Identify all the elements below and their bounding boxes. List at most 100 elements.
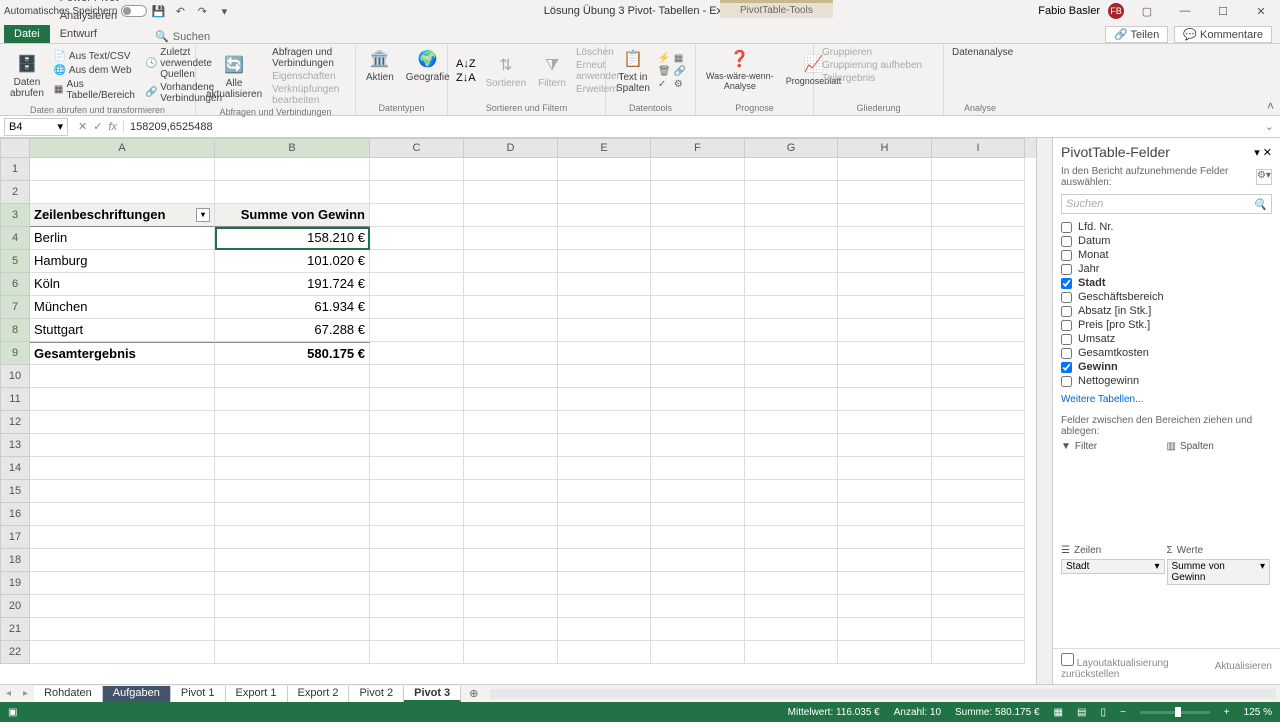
field-item[interactable]: Stadt xyxy=(1061,276,1272,290)
cell[interactable] xyxy=(745,526,838,549)
cell[interactable] xyxy=(745,641,838,664)
cell[interactable] xyxy=(651,273,745,296)
tab-power-pivot[interactable]: Power Pivot xyxy=(50,0,143,7)
cell[interactable] xyxy=(838,388,932,411)
search-icon[interactable]: 🔍 xyxy=(155,30,169,43)
filter-dropdown-icon[interactable]: ▾ xyxy=(196,208,210,222)
row-header[interactable]: 18 xyxy=(0,549,30,572)
cell[interactable] xyxy=(30,572,215,595)
cell[interactable] xyxy=(932,388,1025,411)
cell[interactable] xyxy=(464,618,558,641)
cell[interactable] xyxy=(370,342,464,365)
pane-close-icon[interactable]: ✕ xyxy=(1263,147,1272,159)
tell-me-label[interactable]: Suchen xyxy=(173,31,210,43)
filter-button[interactable]: ⧩Filtern xyxy=(534,52,570,91)
text-to-columns-button[interactable]: 📋Text in Spalten xyxy=(612,46,654,96)
cell[interactable] xyxy=(838,250,932,273)
tab-file[interactable]: Datei xyxy=(4,25,50,43)
cell[interactable] xyxy=(464,411,558,434)
cell[interactable] xyxy=(932,595,1025,618)
row-header[interactable]: 4 xyxy=(0,227,30,250)
flash-fill-icon[interactable]: ⚡ xyxy=(658,53,672,64)
zoom-slider[interactable] xyxy=(1140,711,1210,714)
row-header[interactable]: 14 xyxy=(0,457,30,480)
get-data-button[interactable]: 🗄️Daten abrufen xyxy=(6,51,48,101)
cell[interactable] xyxy=(745,503,838,526)
zoom-out-icon[interactable]: − xyxy=(1120,707,1126,718)
row-header[interactable]: 11 xyxy=(0,388,30,411)
cell[interactable] xyxy=(215,411,370,434)
cell[interactable] xyxy=(651,480,745,503)
cell[interactable] xyxy=(370,572,464,595)
cell[interactable] xyxy=(651,549,745,572)
row-header[interactable]: 16 xyxy=(0,503,30,526)
cell[interactable] xyxy=(838,503,932,526)
cell[interactable] xyxy=(558,503,651,526)
cell[interactable] xyxy=(745,181,838,204)
cell[interactable] xyxy=(932,411,1025,434)
cell[interactable] xyxy=(651,296,745,319)
from-table[interactable]: ▦Aus Tabelle/Bereich xyxy=(52,78,139,102)
cell[interactable] xyxy=(745,411,838,434)
share-button[interactable]: 🔗 Teilen xyxy=(1105,26,1168,43)
cell[interactable] xyxy=(558,549,651,572)
cell[interactable]: München xyxy=(30,296,215,319)
cell[interactable] xyxy=(651,641,745,664)
cell[interactable]: 101.020 € xyxy=(215,250,370,273)
cell[interactable] xyxy=(464,365,558,388)
cell[interactable] xyxy=(932,480,1025,503)
row-header[interactable]: 13 xyxy=(0,434,30,457)
cell[interactable] xyxy=(558,388,651,411)
row-header[interactable]: 19 xyxy=(0,572,30,595)
column-header[interactable]: G xyxy=(745,138,838,158)
worksheet-grid[interactable]: ABCDEFGHI 123Zeilenbeschriftungen▾Summe … xyxy=(0,138,1036,684)
save-icon[interactable]: 💾 xyxy=(151,4,165,18)
sort-asc-icon[interactable]: A↓Z xyxy=(456,58,476,70)
column-header[interactable]: E xyxy=(558,138,651,158)
cell[interactable] xyxy=(838,296,932,319)
cell[interactable] xyxy=(932,319,1025,342)
row-header[interactable]: 17 xyxy=(0,526,30,549)
row-header[interactable]: 8 xyxy=(0,319,30,342)
record-macro-icon[interactable]: ▣ xyxy=(8,707,17,718)
cell[interactable] xyxy=(370,641,464,664)
cell[interactable] xyxy=(932,296,1025,319)
cell[interactable] xyxy=(30,618,215,641)
cell[interactable] xyxy=(932,204,1025,227)
sheet-tab[interactable]: Pivot 2 xyxy=(349,686,404,702)
column-header[interactable]: H xyxy=(838,138,932,158)
zoom-level[interactable]: 125 % xyxy=(1244,707,1272,718)
cell[interactable] xyxy=(370,250,464,273)
comments-button[interactable]: 💬 Kommentare xyxy=(1174,26,1272,43)
cell[interactable] xyxy=(30,411,215,434)
cell[interactable] xyxy=(932,526,1025,549)
cell[interactable] xyxy=(932,158,1025,181)
cell[interactable] xyxy=(745,319,838,342)
cell[interactable] xyxy=(838,227,932,250)
cell[interactable] xyxy=(558,342,651,365)
cell[interactable] xyxy=(745,227,838,250)
cell[interactable] xyxy=(932,273,1025,296)
cell[interactable] xyxy=(464,250,558,273)
cell[interactable] xyxy=(30,526,215,549)
cell[interactable] xyxy=(838,158,932,181)
cell[interactable] xyxy=(464,480,558,503)
field-search-input[interactable]: Suchen 🔍 xyxy=(1061,194,1272,214)
cell[interactable] xyxy=(464,388,558,411)
cell[interactable] xyxy=(370,365,464,388)
expand-formula-icon[interactable]: ⌄ xyxy=(1259,120,1280,133)
field-item[interactable]: Geschäftsbereich xyxy=(1061,290,1272,304)
cell[interactable]: 61.934 € xyxy=(215,296,370,319)
redo-icon[interactable]: ↷ xyxy=(195,4,209,18)
row-header[interactable]: 3 xyxy=(0,204,30,227)
row-header[interactable]: 7 xyxy=(0,296,30,319)
cell[interactable] xyxy=(370,503,464,526)
cell[interactable] xyxy=(838,618,932,641)
cell[interactable] xyxy=(215,457,370,480)
cell[interactable] xyxy=(838,204,932,227)
cell[interactable] xyxy=(370,319,464,342)
cell[interactable] xyxy=(838,572,932,595)
cell[interactable] xyxy=(932,181,1025,204)
cell[interactable] xyxy=(370,388,464,411)
cell[interactable] xyxy=(745,434,838,457)
